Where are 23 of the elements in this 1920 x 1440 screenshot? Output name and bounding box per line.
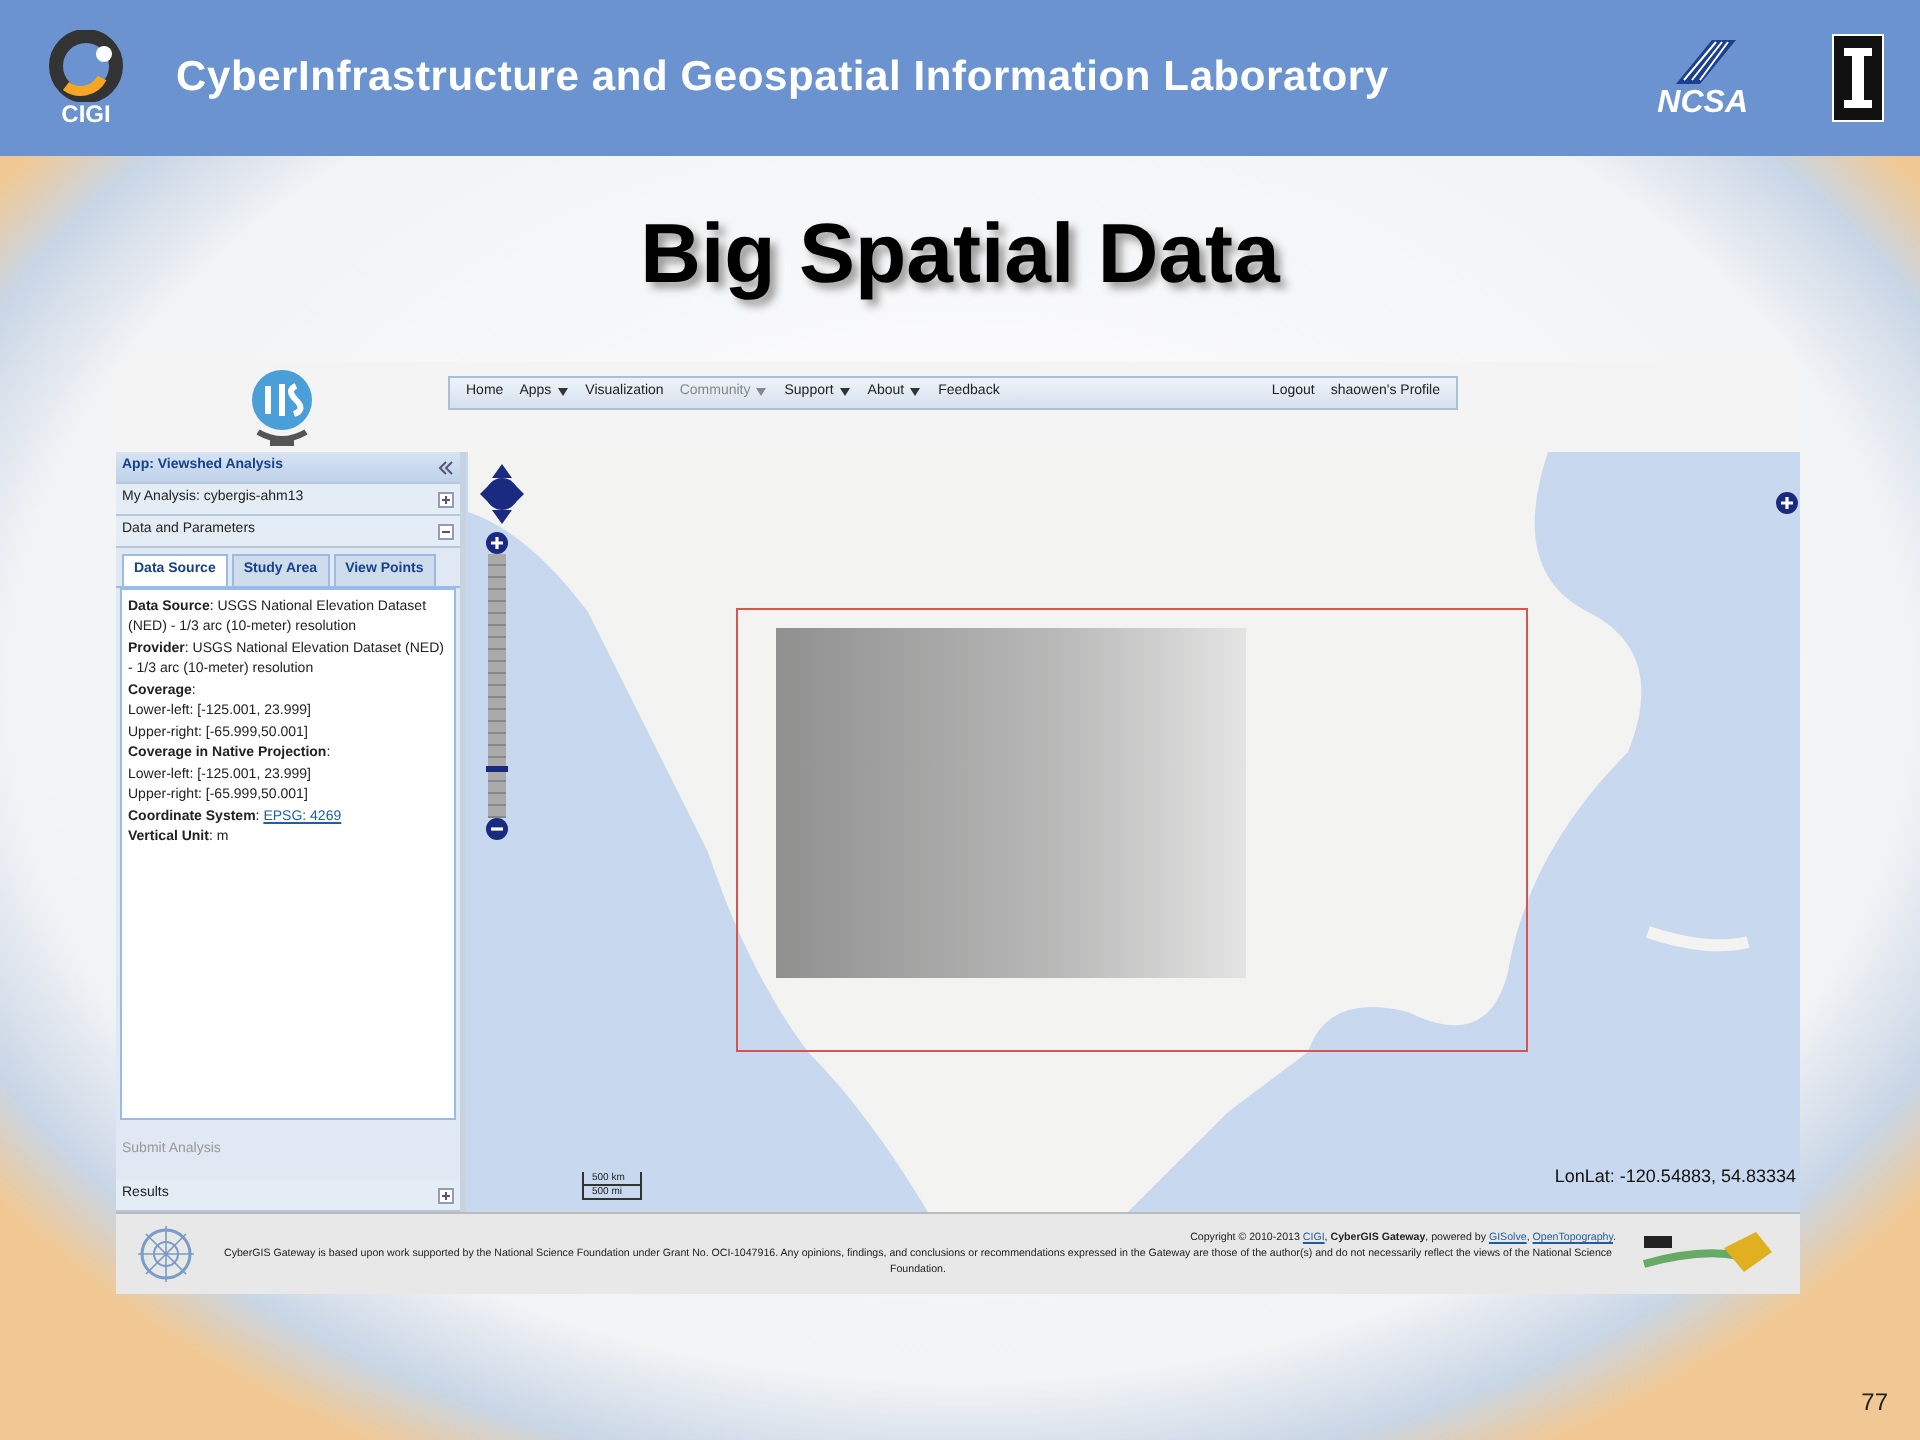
zoom-out-icon [486, 818, 508, 841]
slide-title: Big Spatial Data [640, 208, 1280, 301]
caret-icon [555, 385, 570, 398]
plus-icon[interactable] [438, 491, 454, 508]
slide-number: 77 [1861, 1386, 1888, 1420]
caret-icon [754, 385, 769, 398]
header-title: CyberInfrastructure and Geospatial Information Laboratory [174, 52, 1391, 105]
coordinate-readout: LonLat: -120.54883, 54.83334 [1554, 1163, 1796, 1190]
seal-icon [136, 1224, 196, 1285]
partner-logo-text: NCSA [1657, 88, 1748, 120]
minus-icon[interactable] [438, 523, 454, 540]
logo-text: CIGI [61, 102, 111, 126]
plus-icon[interactable] [438, 1187, 454, 1204]
pan-control-icon [480, 464, 524, 525]
layer-switcher-icon [1776, 492, 1798, 515]
caret-icon [837, 385, 852, 398]
caret-icon [908, 385, 923, 398]
column-logo-icon [1832, 34, 1884, 122]
zoom-slider[interactable] [488, 554, 506, 819]
zoom-in-icon [486, 532, 508, 555]
zoom-thumb[interactable] [486, 765, 508, 772]
collapse-icon [438, 459, 454, 476]
cigi-logo-icon [46, 30, 126, 102]
